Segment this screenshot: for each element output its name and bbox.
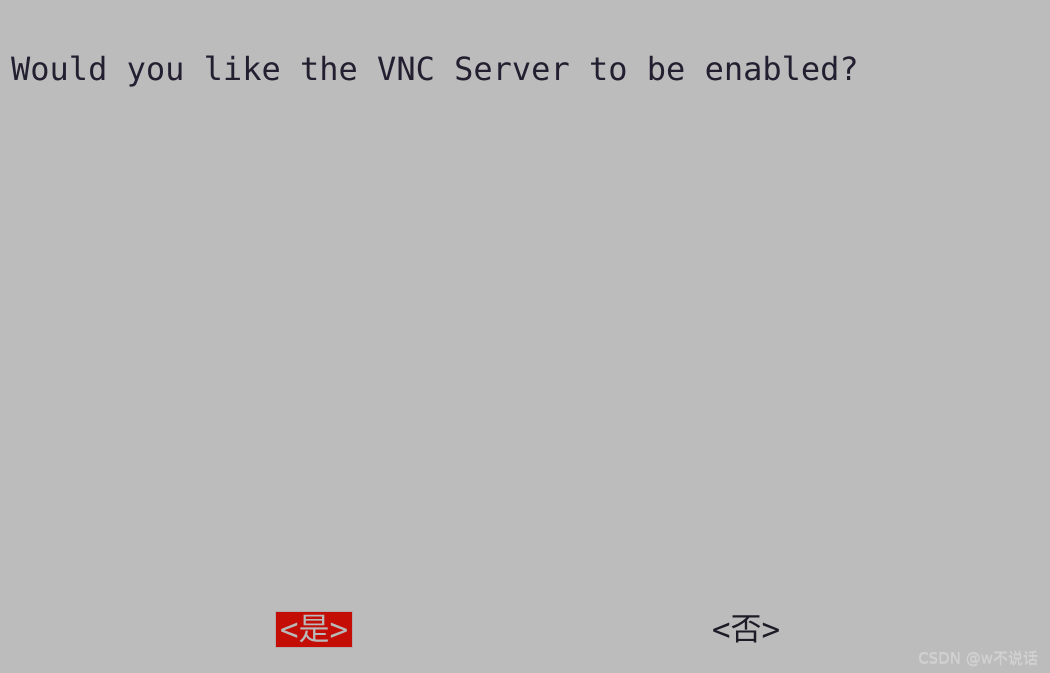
yes-button-open-bracket: < <box>279 611 299 648</box>
prompt-question: Would you like the VNC Server to be enab… <box>11 50 859 88</box>
no-button-close-bracket: > <box>761 611 781 648</box>
csdn-watermark: CSDN @w不说话 <box>918 649 1038 667</box>
no-button[interactable]: < 否 > <box>706 612 786 647</box>
yes-button-label: 是 <box>298 611 330 648</box>
no-button-open-bracket: < <box>711 611 731 648</box>
dialog-button-row: < 是 > < 否 > <box>0 605 1050 660</box>
terminal-screen: Would you like the VNC Server to be enab… <box>0 0 1050 673</box>
no-button-label: 否 <box>730 611 762 648</box>
yes-button[interactable]: < 是 > <box>276 612 352 647</box>
yes-button-close-bracket: > <box>329 611 349 648</box>
